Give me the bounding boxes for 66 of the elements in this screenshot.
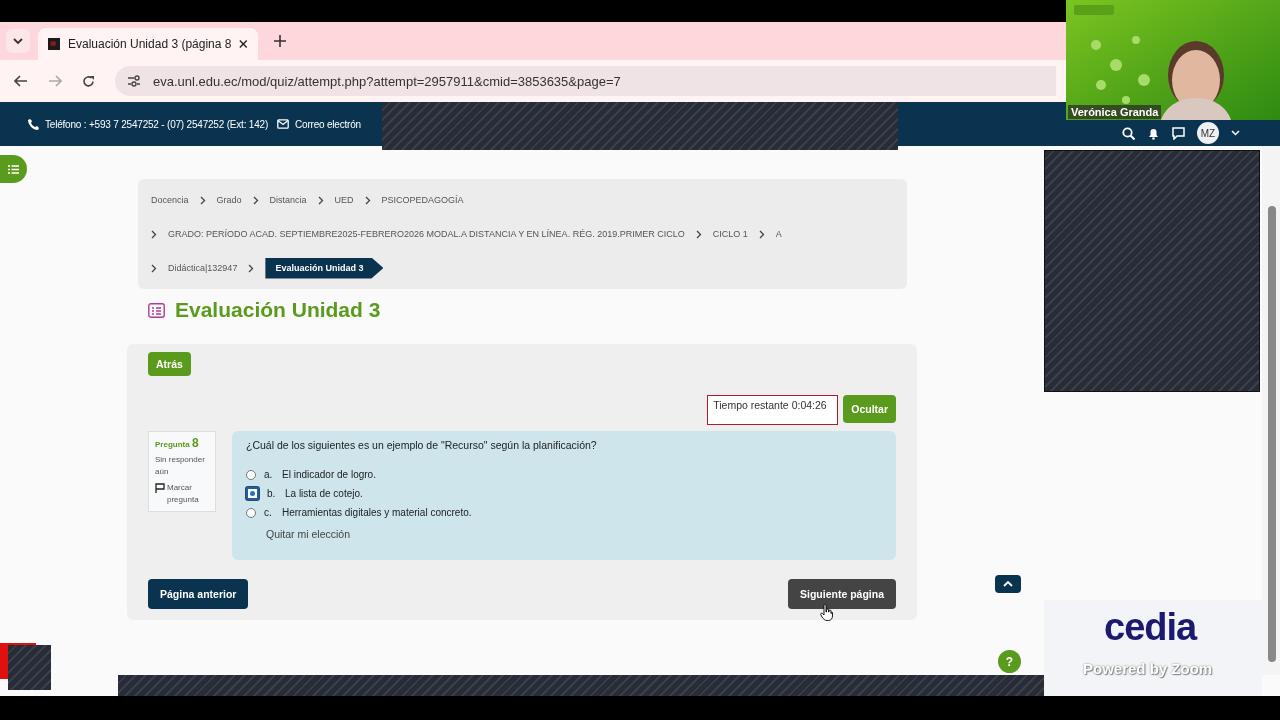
chevron-right-icon <box>151 263 157 273</box>
radio-button[interactable] <box>246 469 256 480</box>
hand-cursor-icon <box>820 604 833 621</box>
previous-page-button[interactable]: Página anterior <box>148 579 249 609</box>
bell-icon[interactable] <box>1147 126 1160 140</box>
user-avatar[interactable]: MZ <box>1197 122 1219 144</box>
breadcrumb-link[interactable]: Grado <box>216 195 242 205</box>
browser-tab[interactable]: Evaluación Unidad 3 (página 8 <box>38 28 258 60</box>
site-settings-icon[interactable] <box>127 75 141 87</box>
back-to-top-button[interactable] <box>995 575 1021 593</box>
chevron-right-icon <box>151 229 157 239</box>
chevron-right-icon <box>317 195 324 205</box>
chevron-down-icon <box>13 37 23 45</box>
question-status: Sin responder aún <box>155 454 206 478</box>
timer-box: Tiempo restante 0:04:26 <box>707 395 839 425</box>
search-icon[interactable] <box>1122 126 1135 140</box>
chevron-right-icon <box>758 229 765 239</box>
breadcrumb-link[interactable]: UED <box>334 195 354 205</box>
flag-question-link[interactable]: Marcar pregunta <box>155 482 209 506</box>
breadcrumb-link[interactable]: Distancia <box>269 195 307 205</box>
redacted-block <box>8 645 51 690</box>
phone-icon <box>28 118 39 130</box>
answer-option[interactable]: c. Herramientas digitales y material concreto. <box>246 506 882 519</box>
chat-icon[interactable] <box>1172 126 1185 140</box>
close-icon[interactable] <box>239 39 248 49</box>
radio-button[interactable] <box>246 507 256 518</box>
chevron-right-icon <box>248 263 255 273</box>
breadcrumb-link[interactable]: CICLO 1 <box>712 229 748 239</box>
chevron-right-icon <box>252 195 259 205</box>
radio-button[interactable] <box>246 487 259 500</box>
question-number: Pregunta 8 <box>155 436 200 450</box>
new-tab-icon[interactable] <box>274 35 286 47</box>
chevron-right-icon <box>199 195 206 205</box>
clear-choice-link[interactable]: Quitar mi elección <box>266 528 351 540</box>
answer-option[interactable]: a. El indicador de logro. <box>246 468 882 481</box>
chevron-up-icon <box>1003 581 1013 587</box>
back-arrow-icon[interactable] <box>14 75 28 87</box>
next-page-button[interactable]: Siguiente página <box>788 579 896 609</box>
tab-list-button[interactable] <box>6 29 30 53</box>
email-text: Correo electrón <box>295 118 361 130</box>
breadcrumb-current[interactable]: Evaluación Unidad 3 <box>265 257 384 279</box>
drawer-toggle-button[interactable] <box>0 155 27 183</box>
brand-logo: cedia <box>1104 606 1197 649</box>
participant-name: Verónica Granda <box>1068 105 1162 119</box>
page-title: Evaluación Unidad 3 <box>175 298 381 322</box>
breadcrumb-link[interactable]: Docencia <box>151 195 189 205</box>
breadcrumb-link[interactable]: GRADO: PERÍODO ACAD. SEPTIEMBRE2025-FEBRERO2026 MODAL.A DISTANCIA Y EN LÍNEA. RÉG. 2019.PRIMER CICLO <box>168 229 685 239</box>
favicon-icon <box>48 37 60 51</box>
scrollbar[interactable] <box>1262 146 1280 675</box>
breadcrumb-link[interactable]: PSICOPEDAGOGÍA <box>381 195 464 205</box>
phone-text: Teléfono : +593 7 2547252 - (07) 2547252 (Ext: 142) <box>45 118 269 130</box>
chevron-right-icon <box>695 229 702 239</box>
address-field[interactable]: eva.unl.edu.ec/mod/quiz/attempt.php?attempt=2957911&cmid=3853635&page=7 <box>115 66 1056 96</box>
caret-icon[interactable] <box>1231 130 1240 136</box>
breadcrumb-link[interactable]: A <box>775 229 782 239</box>
powered-by-text: Powered by Zoom <box>1083 660 1213 677</box>
mail-icon <box>277 119 290 129</box>
tab-title: Evaluación Unidad 3 (página 8 <box>68 37 232 51</box>
flag-icon <box>155 483 165 493</box>
breadcrumb-link[interactable]: Didáctica|132947 <box>168 263 238 273</box>
quiz-icon <box>148 302 165 318</box>
question-text: ¿Cuál de los siguientes es un ejemplo de "Recurso" según la planificación? <box>246 439 598 451</box>
answer-option[interactable]: b. La lista de cotejo. <box>246 487 882 500</box>
reload-icon[interactable] <box>82 74 95 88</box>
chevron-right-icon <box>364 195 371 205</box>
list-icon <box>8 164 19 174</box>
